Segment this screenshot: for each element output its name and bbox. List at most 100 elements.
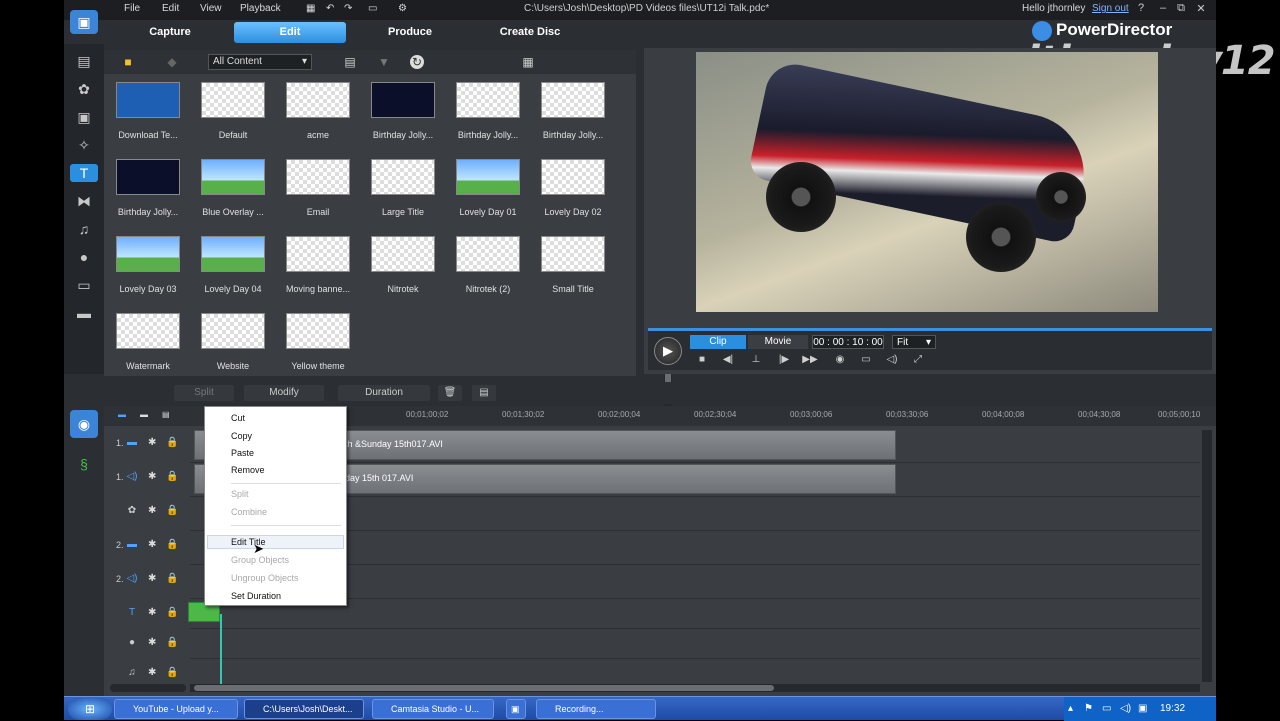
track-visible-icon[interactable]: ✱ xyxy=(148,667,156,678)
split-icon[interactable]: ⊥ xyxy=(748,353,764,367)
tab-produce[interactable]: Produce xyxy=(354,22,466,43)
title-template-thumbnail[interactable] xyxy=(116,236,180,272)
track-visible-icon[interactable]: ✱ xyxy=(148,539,156,550)
taskbar-item-powerdirector-icon[interactable]: ▣ xyxy=(506,699,526,719)
help-button[interactable]: ? xyxy=(1134,2,1148,16)
timeline-horizontal-scrollbar[interactable] xyxy=(190,684,1200,692)
title-room-icon[interactable]: T xyxy=(70,164,98,182)
modify-button[interactable]: Modify xyxy=(244,385,324,401)
movie-mode-button[interactable]: Movie xyxy=(748,335,808,349)
title-template-thumbnail[interactable] xyxy=(201,82,265,118)
storyboard-icon[interactable]: ▬ xyxy=(118,410,126,419)
title-template-thumbnail[interactable] xyxy=(371,159,435,195)
track-visible-icon[interactable]: ✱ xyxy=(148,471,156,482)
title-template-thumbnail[interactable] xyxy=(456,236,520,272)
duration-button[interactable]: Duration xyxy=(338,385,430,401)
track-visible-icon[interactable]: ✱ xyxy=(148,637,156,648)
audio-room-icon[interactable]: ♫ xyxy=(74,220,94,238)
title-template-thumbnail[interactable] xyxy=(541,82,605,118)
more-functions-icon[interactable]: ▤ xyxy=(472,385,496,401)
snapshot-icon[interactable]: ◉ xyxy=(832,353,848,367)
network-icon[interactable]: ▭ xyxy=(1102,703,1111,714)
zoom-fit-select[interactable]: Fit ▾ xyxy=(892,335,936,349)
title-template-thumbnail[interactable] xyxy=(286,82,350,118)
content-filter-select[interactable]: All Content ▾ xyxy=(208,54,312,70)
pip-room-icon[interactable]: ▣ xyxy=(74,108,94,126)
track-visible-icon[interactable]: ✱ xyxy=(148,573,156,584)
subtitle-room-icon[interactable]: ▬ xyxy=(74,304,94,322)
taskbar-item-youtube[interactable]: YouTube - Upload y... xyxy=(114,699,238,719)
menu-item-set-duration[interactable]: Set Duration xyxy=(231,591,281,601)
play-button[interactable]: ▶ xyxy=(654,337,682,365)
app-tray-icon[interactable]: ▣ xyxy=(1138,703,1147,714)
new-title-icon[interactable]: ▤ xyxy=(342,54,358,70)
taskbar-item-camtasia[interactable]: Camtasia Studio - U... xyxy=(372,699,494,719)
timeline-mode-icon[interactable]: ▬ xyxy=(140,410,148,419)
scrollbar-thumb[interactable] xyxy=(194,685,774,691)
title-template-thumbnail[interactable] xyxy=(456,159,520,195)
title-template-thumbnail[interactable] xyxy=(541,159,605,195)
effect-room-icon[interactable]: ✿ xyxy=(74,80,94,98)
transition-room-icon[interactable]: ⧓ xyxy=(74,192,94,210)
zoom-slider[interactable] xyxy=(110,684,186,692)
stop-icon[interactable]: ■ xyxy=(694,353,710,367)
menu-item-paste[interactable]: Paste xyxy=(231,448,254,458)
taskbar-item-recording[interactable]: Recording... xyxy=(536,699,656,719)
title-template-thumbnail[interactable] xyxy=(286,236,350,272)
previous-frame-icon[interactable]: ◀| xyxy=(720,353,736,367)
menu-item-copy[interactable]: Copy xyxy=(231,431,252,441)
preview-video[interactable] xyxy=(696,52,1158,312)
title-template-thumbnail[interactable] xyxy=(541,236,605,272)
track-visible-icon[interactable]: ✱ xyxy=(148,505,156,516)
particle-room-icon[interactable]: ✧ xyxy=(74,136,94,154)
menu-edit[interactable]: Edit xyxy=(162,3,179,14)
media-room-icon[interactable]: ▤ xyxy=(74,52,94,70)
lock-icon[interactable]: 🔒 xyxy=(166,607,178,618)
settings-icon[interactable]: ⚙ xyxy=(398,3,407,14)
redo-icon[interactable]: ↷ xyxy=(344,3,352,14)
fast-forward-icon[interactable]: ▶▶ xyxy=(802,353,818,367)
flag-icon[interactable]: ⚑ xyxy=(1084,703,1093,714)
download-icon[interactable]: ▼ xyxy=(376,54,392,70)
title-template-thumbnail[interactable] xyxy=(201,313,265,349)
display-mode-icon[interactable]: ▭ xyxy=(858,353,874,367)
playhead[interactable] xyxy=(220,614,222,688)
tab-capture[interactable]: Capture xyxy=(114,22,226,43)
taskbar-item-explorer[interactable]: C:\Users\Josh\Deskt... xyxy=(244,699,364,719)
users-icon[interactable]: ◆ xyxy=(164,54,180,70)
directorzone-icon[interactable]: ↻ xyxy=(410,55,424,69)
title-template-thumbnail[interactable] xyxy=(456,82,520,118)
menu-item-cut[interactable]: Cut xyxy=(231,413,245,423)
magic-tool-icon[interactable]: § xyxy=(70,450,98,478)
volume-icon[interactable]: ◁) xyxy=(884,353,900,367)
menu-view[interactable]: View xyxy=(200,3,222,14)
tab-edit[interactable]: Edit xyxy=(234,22,346,43)
menu-item-remove[interactable]: Remove xyxy=(231,465,265,475)
track-visible-icon[interactable]: ✱ xyxy=(148,607,156,618)
title-template-thumbnail[interactable] xyxy=(116,82,180,118)
minimize-button[interactable]: – xyxy=(1156,2,1170,16)
show-hidden-icon[interactable]: ▴ xyxy=(1068,703,1073,714)
voice-over-icon[interactable]: ● xyxy=(74,248,94,266)
clip-mode-button[interactable]: Clip xyxy=(690,335,746,349)
title-template-thumbnail[interactable] xyxy=(371,82,435,118)
view-grid-icon[interactable]: ▦ xyxy=(520,54,536,70)
lock-icon[interactable]: 🔒 xyxy=(166,573,178,584)
menu-file[interactable]: File xyxy=(124,3,140,14)
tab-create-disc[interactable]: Create Disc xyxy=(474,22,586,43)
timecode-display[interactable]: 00 : 00 : 10 : 00 xyxy=(812,335,884,349)
trash-icon[interactable]: 🗑 xyxy=(438,385,462,401)
title-template-thumbnail[interactable] xyxy=(116,313,180,349)
lock-icon[interactable]: 🔒 xyxy=(166,539,178,550)
undo-icon[interactable]: ↶ xyxy=(326,3,334,14)
title-template-thumbnail[interactable] xyxy=(201,236,265,272)
close-button[interactable]: ✕ xyxy=(1194,2,1208,16)
sign-out-link[interactable]: Sign out xyxy=(1092,3,1129,14)
title-template-thumbnail[interactable] xyxy=(286,159,350,195)
lock-icon[interactable]: 🔒 xyxy=(166,437,178,448)
fullscreen-icon[interactable]: ⤢ xyxy=(910,353,926,367)
folder-icon[interactable]: ■ xyxy=(120,54,136,70)
timeline-view-icon[interactable]: ◉ xyxy=(70,410,98,438)
title-template-thumbnail[interactable] xyxy=(201,159,265,195)
maximize-button[interactable]: ⧉ xyxy=(1174,2,1188,16)
